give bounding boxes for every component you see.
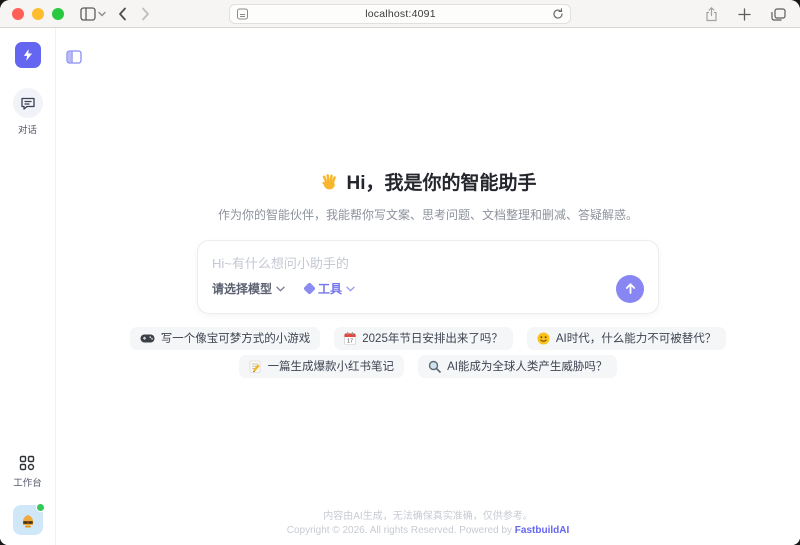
page-title: Hi，我是你的智能助手	[319, 168, 536, 195]
browser-toolbar: localhost:4091	[0, 0, 800, 28]
address-bar[interactable]: localhost:4091	[229, 4, 571, 24]
sidebar-panel-icon	[80, 7, 96, 21]
message-input[interactable]	[212, 253, 644, 275]
page-subtitle: 作为你的智能伙伴，我能帮你写文案、思考问题、文档整理和删减、答疑解惑。	[56, 206, 800, 223]
suggestion-chip[interactable]: AI能成为全球人类产生威胁吗？	[418, 355, 617, 378]
tools-selector-label: 工具	[318, 280, 342, 297]
chevron-down-icon	[346, 286, 355, 292]
ai-disclaimer: 内容由AI生成，无法确保真实准确，仅供参考。	[56, 507, 800, 522]
magnifier-icon	[428, 360, 441, 373]
url-text[interactable]: localhost:4091	[249, 8, 552, 20]
brand-link[interactable]: FastbuildAI	[515, 525, 569, 536]
chip-label: 写一个像宝可梦方式的小游戏	[161, 330, 311, 346]
page-footer: 内容由AI生成，无法确保真实准确，仅供参考。 Copyright © 2026.…	[56, 507, 800, 536]
composer-toolbar: 请选择模型 工具	[212, 275, 644, 303]
browser-nav-arrows	[116, 5, 152, 23]
chip-label: 2025年节日安排出来了吗？	[362, 330, 503, 346]
app-shell: 对话 工作台	[0, 28, 800, 545]
user-avatar[interactable]	[13, 505, 43, 535]
main-content: Hi，我是你的智能助手 作为你的智能伙伴，我能帮你写文案、思考问题、文档整理和删…	[56, 28, 800, 545]
tool-diamond-icon	[303, 282, 316, 295]
traffic-lights	[12, 8, 64, 20]
suggestion-chips: 写一个像宝可梦方式的小游戏 17 2025年节日安排出来了吗？	[56, 327, 800, 378]
close-icon[interactable]	[12, 8, 24, 20]
suggestion-chip[interactable]: AI时代，什么能力不可被替代？	[527, 327, 726, 350]
sidebar-item-label: 对话	[18, 122, 37, 136]
hero-section: Hi，我是你的智能助手 作为你的智能伙伴，我能帮你写文案、思考问题、文档整理和删…	[56, 168, 800, 223]
panel-collapse-button[interactable]	[64, 48, 84, 66]
chip-label: AI时代，什么能力不可被替代？	[556, 330, 716, 346]
chat-bubble-icon	[13, 88, 43, 118]
suggestion-chip[interactable]: 17 2025年节日安排出来了吗？	[334, 327, 513, 350]
online-status-dot	[36, 503, 45, 512]
smiley-icon	[537, 332, 550, 345]
sidebar-item-chat[interactable]: 对话	[13, 88, 43, 136]
page-title-text: Hi，我是你的智能助手	[346, 168, 536, 195]
new-tab-icon[interactable]	[736, 6, 753, 23]
app-sidebar: 对话 工作台	[0, 28, 56, 545]
chip-row-2: 一篇生成爆款小红书笔记 AI能成为全球人类产生威胁吗？	[239, 355, 618, 378]
share-button[interactable]	[703, 5, 720, 24]
waving-hand-icon	[319, 172, 339, 192]
arrow-up-icon	[624, 282, 637, 295]
copyright-line: Copyright © 2026. All rights Reserved. P…	[56, 525, 800, 536]
game-controller-icon	[140, 333, 155, 344]
reload-icon[interactable]	[552, 8, 564, 20]
calendar-icon: 17	[344, 332, 356, 345]
emoji-avatar-icon	[17, 509, 39, 531]
browser-window: localhost:4091	[0, 0, 800, 545]
back-button[interactable]	[116, 5, 129, 23]
model-selector[interactable]: 请选择模型	[212, 280, 285, 297]
grid-icon	[19, 455, 35, 471]
sidebar-bottom: 工作台	[13, 455, 43, 535]
browser-sidebar-toggle-button[interactable]	[78, 5, 108, 23]
model-selector-label: 请选择模型	[212, 280, 272, 297]
address-bar-container: localhost:4091	[229, 4, 571, 24]
suggestion-chip[interactable]: 一篇生成爆款小红书笔记	[239, 355, 405, 378]
sidebar-item-label: 工作台	[13, 475, 42, 489]
chip-row-1: 写一个像宝可梦方式的小游戏 17 2025年节日安排出来了吗？	[130, 327, 726, 350]
tabs-overview-icon[interactable]	[769, 6, 788, 23]
chip-label: AI能成为全球人类产生威胁吗？	[447, 358, 607, 374]
memo-pencil-icon	[249, 360, 262, 373]
minimize-icon[interactable]	[32, 8, 44, 20]
zoom-icon[interactable]	[52, 8, 64, 20]
chip-label: 一篇生成爆款小红书笔记	[268, 358, 395, 374]
message-composer: 请选择模型 工具	[197, 240, 659, 314]
page-settings-icon[interactable]	[236, 8, 249, 20]
send-button[interactable]	[616, 275, 644, 303]
app-logo	[15, 42, 41, 68]
sidebar-item-workbench[interactable]: 工作台	[13, 455, 42, 489]
svg-text:17: 17	[347, 338, 353, 344]
chevron-down-icon	[98, 11, 106, 17]
toolbar-right-buttons	[703, 0, 788, 28]
chevron-down-icon	[276, 286, 285, 292]
suggestion-chip[interactable]: 写一个像宝可梦方式的小游戏	[130, 327, 321, 350]
lightning-bolt-icon	[21, 48, 35, 62]
forward-button[interactable]	[139, 5, 152, 23]
tools-selector[interactable]: 工具	[305, 280, 355, 297]
copyright-text: Copyright © 2026. All rights Reserved. P…	[287, 525, 515, 536]
